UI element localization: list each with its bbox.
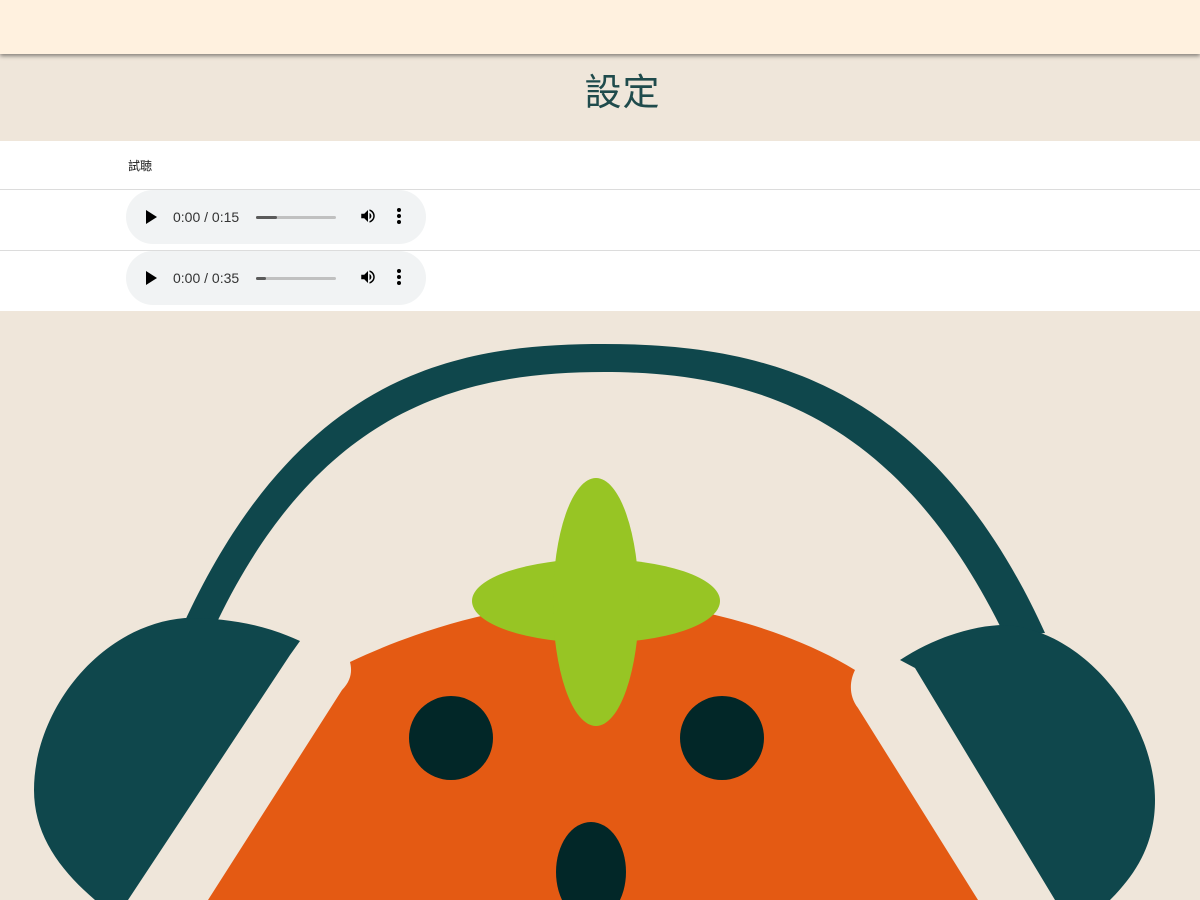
audio-player[interactable]: 0:00 / 0:35 (126, 251, 426, 305)
audio-player[interactable]: 0:00 / 0:15 (126, 190, 426, 244)
audio-progress-track[interactable] (256, 277, 336, 280)
audio-time: 0:00 / 0:15 (173, 209, 240, 225)
audio-progress-fill (256, 277, 266, 280)
more-vertical-icon[interactable] (394, 268, 404, 286)
headphone-mascot-illustration (34, 344, 1155, 900)
audio-progress-track[interactable] (256, 216, 336, 219)
right-eye (680, 696, 764, 780)
page-title: 設定 (584, 71, 661, 114)
left-eye (409, 696, 493, 780)
title-area: 設定 (0, 54, 1200, 141)
play-icon[interactable] (146, 210, 157, 224)
preview-panel: 試聴 0:00 / 0:15 0:00 / 0:35 (0, 141, 1200, 311)
audio-time: 0:00 / 0:35 (173, 270, 240, 286)
volume-icon[interactable] (359, 268, 377, 286)
audio-row: 0:00 / 0:35 (0, 251, 1200, 311)
leaf-vertical (553, 478, 639, 726)
preview-header-row: 試聴 (0, 141, 1200, 190)
more-vertical-icon[interactable] (394, 207, 404, 225)
top-app-bar (0, 0, 1200, 54)
audio-progress-fill (256, 216, 277, 219)
audio-row: 0:00 / 0:15 (0, 190, 1200, 251)
play-icon[interactable] (146, 271, 157, 285)
volume-icon[interactable] (359, 207, 377, 225)
preview-section-label: 試聴 (128, 159, 153, 173)
